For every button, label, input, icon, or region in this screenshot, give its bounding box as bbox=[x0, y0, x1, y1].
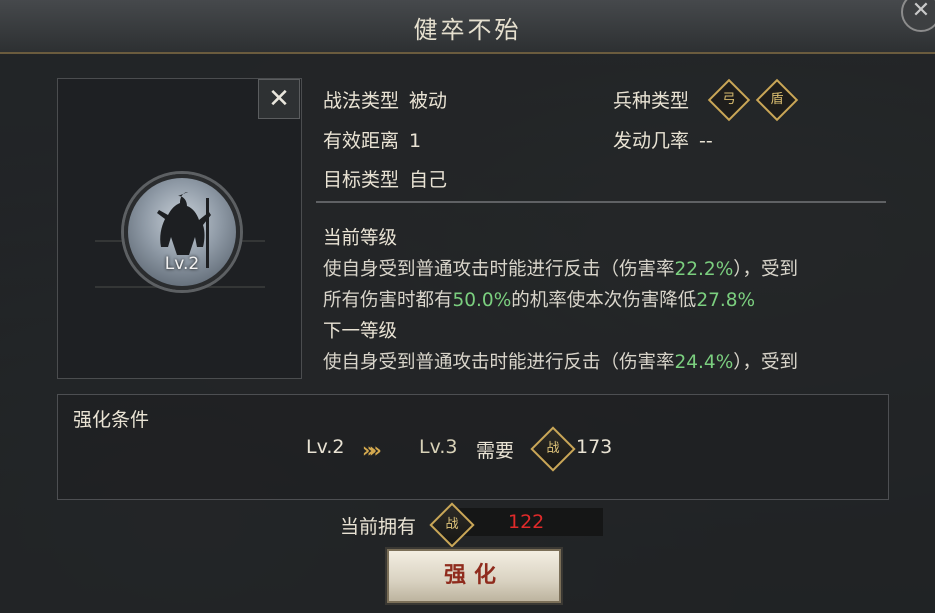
title-bar: 健卒不殆 ✕ bbox=[0, 0, 935, 54]
range-row: 有效距离 1 bbox=[323, 126, 421, 153]
close-button[interactable]: ✕ bbox=[258, 79, 300, 119]
troop-type-label: 兵种类型 bbox=[613, 90, 690, 112]
need-label: 需要 bbox=[476, 440, 515, 462]
cost-value: 173 bbox=[576, 436, 613, 458]
target-value: 自己 bbox=[409, 169, 448, 191]
current-level-line1: 使自身受到普通攻击时能进行反击（伤害率22.2%），受到 bbox=[323, 259, 799, 280]
tactic-avatar: Lv.2 bbox=[124, 174, 240, 290]
upgrade-conditions-box bbox=[57, 394, 889, 500]
next-level-heading: 下一等级 bbox=[323, 321, 398, 342]
to-level: Lv.3 bbox=[419, 436, 458, 458]
next-level-line1: 使自身受到普通攻击时能进行反击（伤害率24.4%），受到 bbox=[323, 352, 799, 373]
target-row: 目标类型 自己 bbox=[323, 165, 447, 192]
from-level: Lv.2 bbox=[306, 436, 345, 458]
upgrade-conditions-heading: 强化条件 bbox=[73, 409, 150, 431]
range-label: 有效距离 bbox=[323, 130, 400, 152]
trigger-rate-value: -- bbox=[699, 130, 713, 152]
tactic-type-value: 被动 bbox=[409, 90, 448, 112]
current-level-heading: 当前等级 bbox=[323, 228, 398, 249]
troop-type-row: 兵种类型 bbox=[613, 86, 689, 113]
owned-value: 122 bbox=[508, 511, 545, 533]
trigger-rate-row: 发动几率 -- bbox=[613, 126, 713, 153]
owned-label: 当前拥有 bbox=[340, 516, 417, 538]
window-title: 健卒不殆 bbox=[413, 16, 522, 44]
tactic-type-label: 战法类型 bbox=[323, 90, 400, 112]
target-label: 目标类型 bbox=[323, 169, 400, 191]
trigger-rate-label: 发动几率 bbox=[613, 130, 690, 152]
range-value: 1 bbox=[409, 130, 422, 152]
tactic-type-row: 战法类型 被动 bbox=[323, 86, 447, 113]
avatar-level: Lv.2 bbox=[164, 254, 200, 274]
level-arrow-icon: »» bbox=[362, 438, 382, 462]
divider bbox=[316, 201, 886, 203]
upgrade-button[interactable]: 强化 bbox=[387, 549, 561, 603]
current-level-line2: 所有伤害时都有50.0%的机率使本次伤害降低27.8% bbox=[323, 290, 756, 311]
